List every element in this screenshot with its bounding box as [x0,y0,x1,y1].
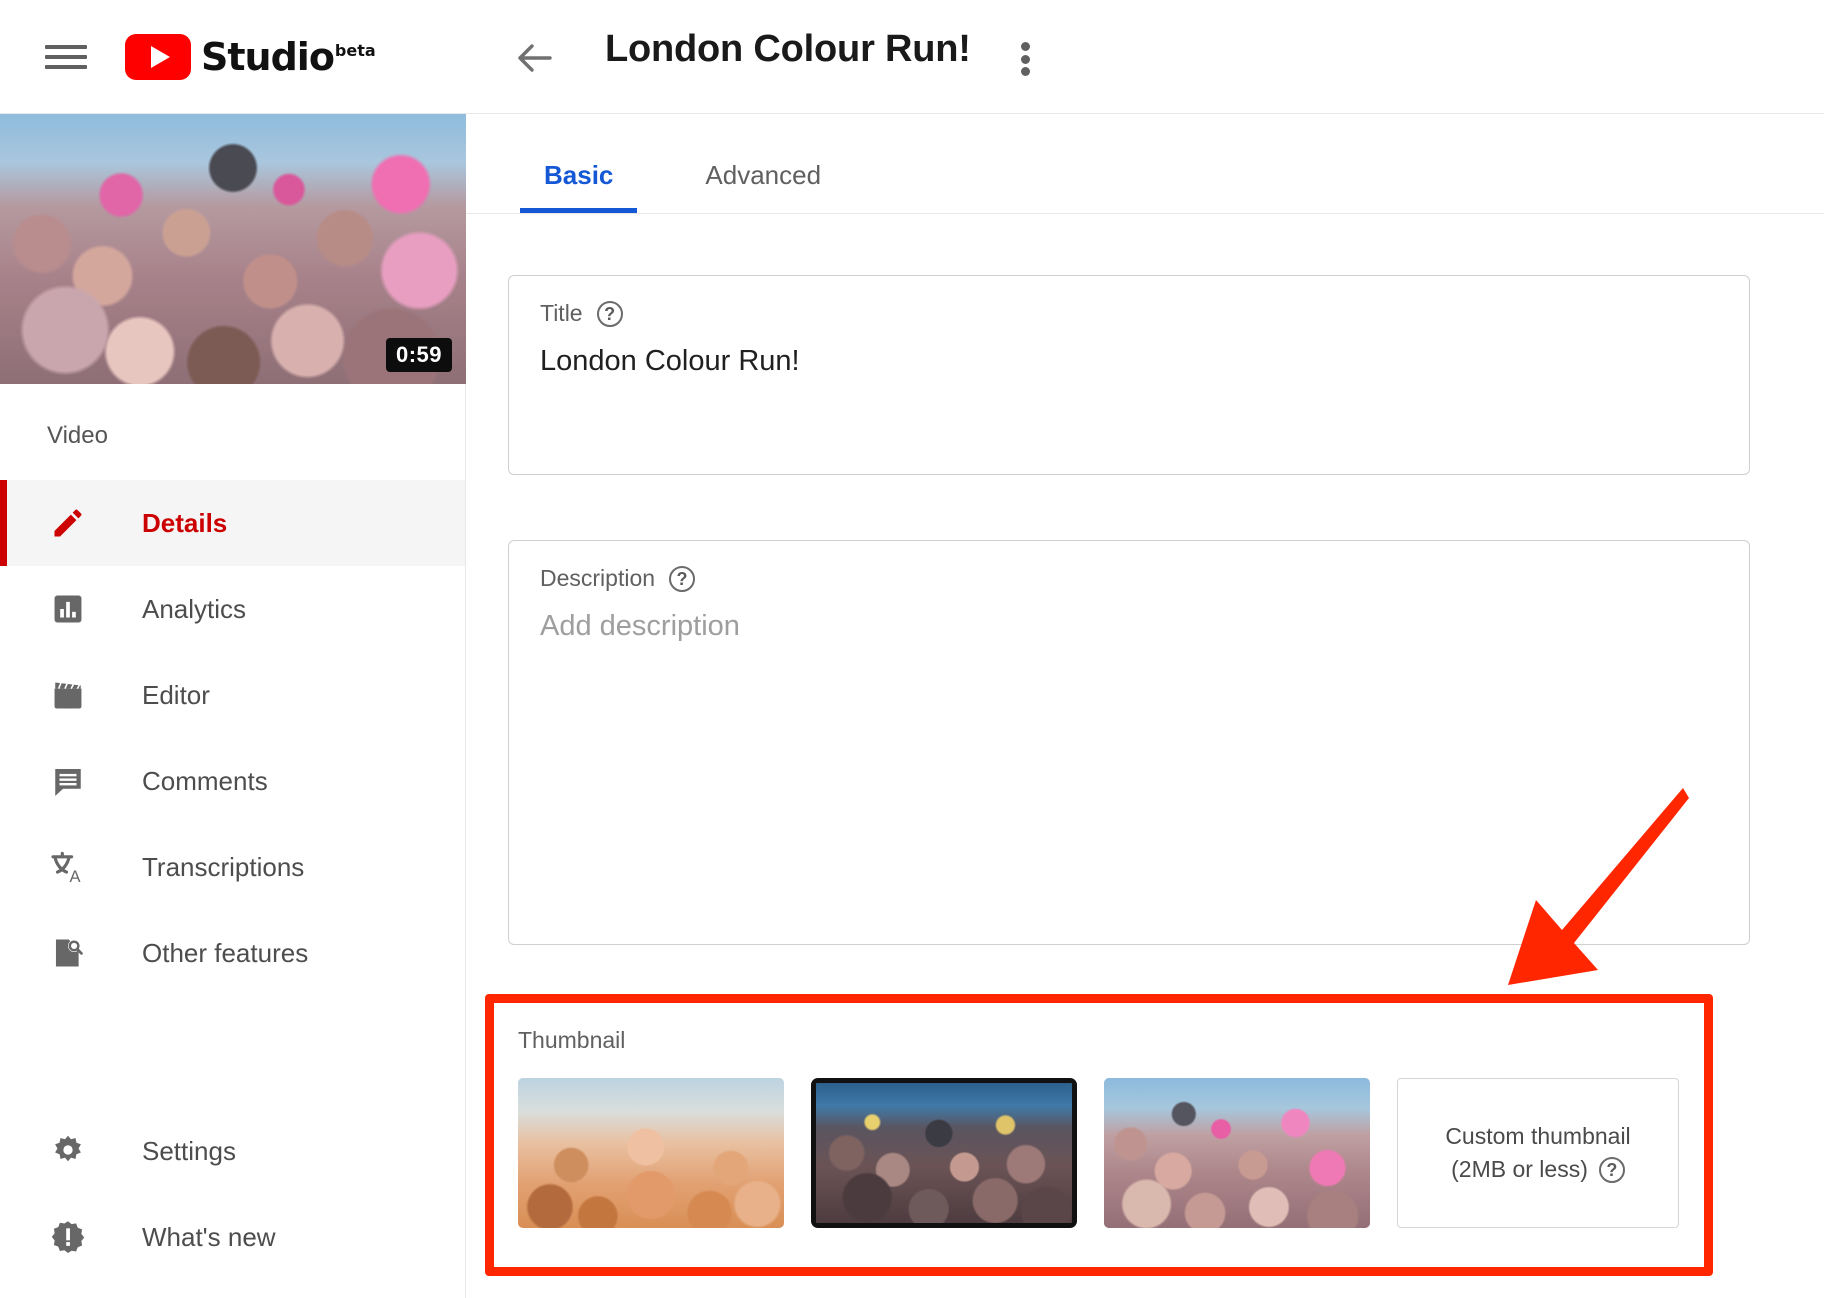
sidebar-item-label: Comments [142,766,268,797]
back-arrow-icon[interactable] [510,36,554,80]
thumbnail-option-1[interactable] [518,1078,784,1228]
sidebar-item-label: Other features [142,938,308,969]
sidebar-item-details[interactable]: Details [0,480,465,566]
thumbnail-section: Thumbnail Custom thumbnail (2MB or less)… [490,1000,1709,1270]
help-circle-icon[interactable]: ? [597,301,623,327]
thumbnail-image [816,1083,1072,1223]
title-field-label: Title [540,300,583,327]
sidebar-item-transcriptions[interactable]: A Transcriptions [0,824,465,910]
sidebar: 0:59 Video Details Analytics [0,114,466,1298]
title-field-value[interactable]: London Colour Run! [509,327,1749,378]
title-field-label-row: Title ? [509,276,1749,327]
sidebar-item-comments[interactable]: Comments [0,738,465,824]
sidebar-item-label: Editor [142,680,210,711]
tab-advanced[interactable]: Advanced [695,160,831,213]
pencil-icon [47,502,89,544]
custom-thumbnail-line2: (2MB or less) [1451,1156,1588,1183]
sidebar-bottom-group: Settings What's new [0,1108,465,1298]
custom-thumbnail-line2-row: (2MB or less) ? [1451,1156,1625,1183]
thumbnail-options-row: Custom thumbnail (2MB or less) ? [491,1054,1708,1228]
comment-icon [47,760,89,802]
gear-icon [47,1130,89,1172]
thumbnail-section-label: Thumbnail [491,1001,1708,1054]
thumbnail-option-2[interactable] [811,1078,1077,1228]
hamburger-icon[interactable] [45,41,87,73]
kebab-menu-icon[interactable] [1007,40,1043,78]
sidebar-item-label: Details [142,508,227,539]
sidebar-item-settings[interactable]: Settings [0,1108,465,1194]
sidebar-item-label: Settings [142,1136,236,1167]
brand-name-label: Studiobeta [201,35,376,79]
help-circle-icon[interactable]: ? [669,566,695,592]
clapperboard-icon [47,674,89,716]
title-field[interactable]: Title ? London Colour Run! [508,275,1750,475]
translate-icon: A [47,846,89,888]
page-title: London Colour Run! [605,28,971,71]
thumbnail-image [1104,1078,1370,1228]
sidebar-video-thumbnail[interactable]: 0:59 [0,114,466,384]
page-search-icon [47,932,89,974]
tab-basic[interactable]: Basic [534,160,623,213]
brand-beta-badge: beta [335,41,376,60]
custom-thumbnail-upload-button[interactable]: Custom thumbnail (2MB or less) ? [1397,1078,1679,1228]
youtube-logo-icon [125,34,191,80]
brand-word: Studio [201,35,334,79]
thumbnail-image [518,1078,784,1228]
custom-thumbnail-line1: Custom thumbnail [1445,1123,1630,1150]
youtube-studio-video-details-page: Studiobeta London Colour Run! 0:59 Video [0,0,1824,1298]
description-field-label-row: Description ? [509,541,1749,592]
sidebar-item-analytics[interactable]: Analytics [0,566,465,652]
sidebar-item-whats-new[interactable]: What's new [0,1194,465,1280]
description-field-label: Description [540,565,655,592]
sidebar-item-label: Transcriptions [142,852,304,883]
tab-bar: Basic Advanced [466,114,1824,214]
sidebar-item-other-features[interactable]: Other features [0,910,465,996]
thumbnail-option-3[interactable] [1104,1078,1370,1228]
studio-brand[interactable]: Studiobeta [125,34,376,80]
video-duration-badge: 0:59 [386,338,452,372]
sidebar-section-label: Video [0,384,465,480]
description-field[interactable]: Description ? Add description [508,540,1750,945]
sidebar-item-editor[interactable]: Editor [0,652,465,738]
bar-chart-icon [47,588,89,630]
sidebar-item-label: Analytics [142,594,246,625]
alert-badge-icon [47,1216,89,1258]
svg-text:A: A [70,868,81,885]
description-field-placeholder[interactable]: Add description [509,592,1749,643]
top-bar: Studiobeta London Colour Run! [0,0,1824,114]
sidebar-item-label: What's new [142,1222,276,1253]
help-circle-icon[interactable]: ? [1599,1157,1625,1183]
